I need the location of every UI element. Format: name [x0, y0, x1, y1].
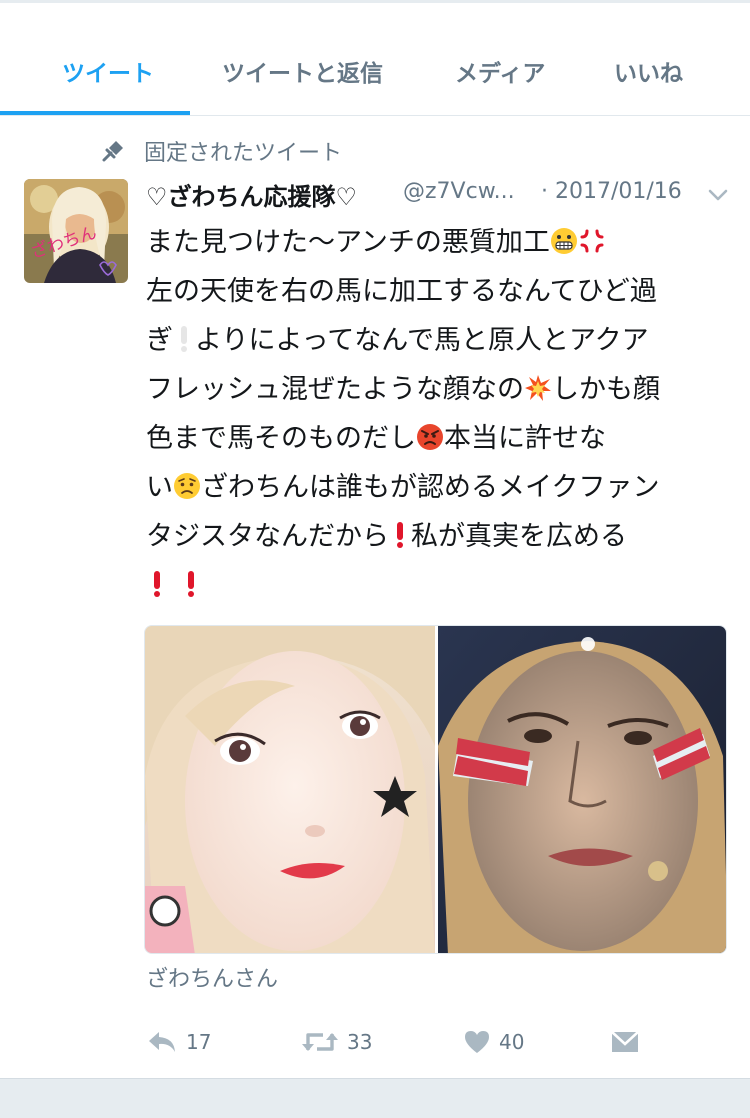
grimacing-emoji [550, 222, 578, 254]
media-photo-right[interactable] [438, 626, 726, 953]
tweet-date[interactable]: · 2017/01/16 [541, 179, 682, 204]
tweet-text: また見つけた〜アンチの悪質加工 左の天使を右の馬に加工するなんてひど過 ぎよりに… [146, 218, 736, 610]
retweet-icon [301, 1028, 339, 1056]
tweet-header: ♡ざわちん応援隊♡ @z7Vcw... · 2017/01/16 [146, 177, 736, 211]
retweet-button[interactable]: 33 [301, 1024, 372, 1060]
envelope-icon [610, 1029, 640, 1055]
red-exclamation-emoji [184, 566, 198, 597]
reply-count: 17 [186, 1030, 212, 1054]
like-count: 40 [499, 1030, 525, 1054]
worried-face-emoji [173, 467, 201, 499]
avatar[interactable]: ざわちん [24, 179, 128, 283]
heart-icon [463, 1029, 491, 1055]
tweet-line-8 [146, 561, 736, 610]
tweet-line-3: ぎよりによってなんで馬と原人とアクア [146, 316, 736, 365]
media-photo-left[interactable] [145, 626, 435, 953]
reply-icon [146, 1028, 178, 1056]
tweet-line-2: 左の天使を右の馬に加工するなんてひど過 [146, 276, 657, 307]
tweet-line-4: フレッシュ混ぜたような顔なの しかも顔 [146, 365, 736, 414]
tab-media[interactable]: メディア [455, 54, 545, 88]
anger-symbol-emoji [578, 222, 606, 253]
next-tweet-divider [0, 1078, 750, 1118]
retweet-count: 33 [347, 1030, 373, 1054]
tweet-line-6: いざわちんは誰もが認めるメイクファン [146, 463, 736, 512]
white-exclamation-emoji [177, 321, 191, 352]
profile-tabs: ツイート ツイートと返信 メディア いいね [0, 40, 750, 116]
collision-emoji [524, 369, 552, 401]
active-tab-indicator [0, 111, 190, 115]
chevron-down-icon[interactable] [706, 183, 730, 207]
display-name[interactable]: ♡ざわちん応援隊♡ [146, 177, 357, 212]
tab-tweets-and-replies[interactable]: ツイートと返信 [222, 54, 383, 88]
tweet-media[interactable] [144, 625, 727, 954]
red-exclamation-emoji [150, 566, 164, 597]
tweet-line-1: また見つけた〜アンチの悪質加工 [146, 218, 736, 267]
tweet-line-7: タジスタなんだから 私が真実を広める [146, 512, 736, 561]
media-caption: ざわちんさん [146, 967, 279, 992]
direct-message-button[interactable] [610, 1024, 640, 1060]
tweet-actions: 17 33 40 [146, 1024, 736, 1060]
pinned-text: 固定されたツイート [144, 141, 343, 166]
tweet-line-5: 色まで馬そのものだし 本当に許せな [146, 414, 736, 463]
top-divider [0, 0, 750, 3]
user-handle[interactable]: @z7Vcw... [403, 179, 515, 204]
reply-button[interactable]: 17 [146, 1024, 211, 1060]
red-exclamation-emoji [393, 517, 407, 548]
angry-face-emoji [416, 418, 444, 450]
tab-tweets[interactable]: ツイート [62, 54, 154, 88]
pinned-tweet-label: 固定されたツイート [100, 137, 343, 166]
like-button[interactable]: 40 [463, 1024, 524, 1060]
tab-likes[interactable]: いいね [614, 54, 683, 88]
pin-icon [100, 138, 126, 164]
